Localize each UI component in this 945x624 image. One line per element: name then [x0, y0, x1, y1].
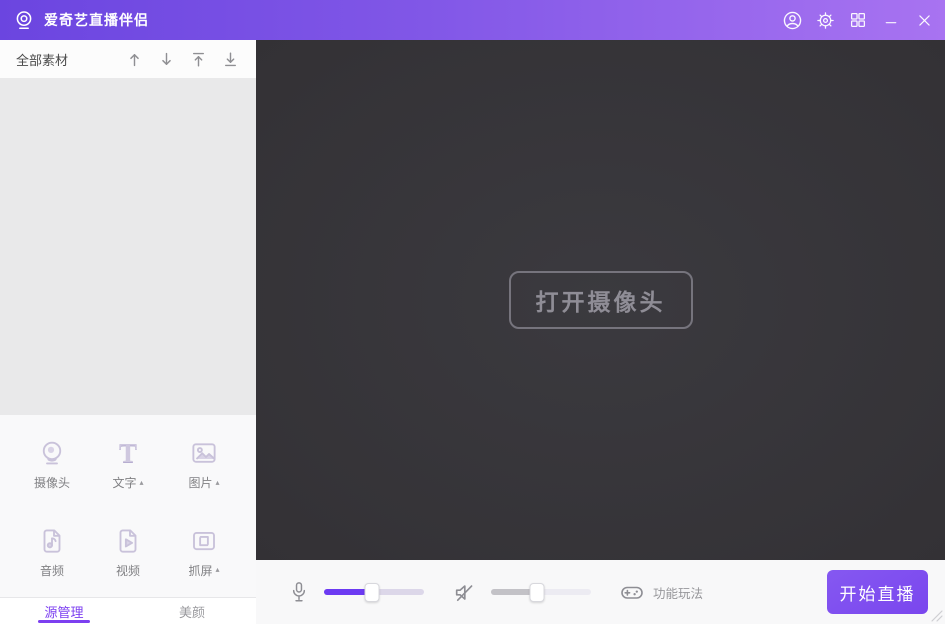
source-label: 文字▴ [112, 474, 143, 491]
source-panel: 摄像头 T 文字▴ 图片▴ [0, 415, 256, 597]
tab-beauty[interactable]: 美颜 [128, 598, 256, 624]
settings-gear-icon[interactable] [812, 7, 838, 33]
system-volume-slider[interactable] [491, 582, 591, 602]
screen-capture-icon [188, 525, 220, 557]
slider-thumb[interactable] [530, 583, 545, 602]
image-icon [188, 437, 220, 469]
caret-up-icon: ▴ [216, 479, 220, 487]
audio-icon [36, 525, 68, 557]
material-list-empty [0, 78, 256, 415]
caret-up-icon: ▴ [216, 566, 220, 574]
bottom-control-bar: 功能玩法 开始直播 [256, 560, 945, 624]
slider-thumb[interactable] [365, 583, 380, 602]
open-camera-button[interactable]: 打开摄像头 [509, 271, 693, 329]
layout-grid-icon[interactable] [845, 7, 871, 33]
move-up-icon[interactable] [125, 50, 144, 69]
app-title: 爱奇艺直播伴侣 [44, 10, 149, 30]
material-header-label: 全部素材 [16, 50, 68, 69]
source-label: 抓屏▴ [188, 562, 219, 579]
titlebar: 爱奇艺直播伴侣 [0, 0, 945, 40]
sidebar-tabbar: 源管理 美颜 [0, 597, 256, 624]
close-icon[interactable] [911, 7, 937, 33]
move-to-bottom-icon[interactable] [221, 50, 240, 69]
mic-volume-slider[interactable] [324, 582, 424, 602]
source-label: 音频 [40, 562, 64, 579]
tab-source-management[interactable]: 源管理 [0, 598, 128, 624]
microphone-icon[interactable] [288, 579, 310, 605]
gamepad-icon [619, 580, 645, 604]
video-icon [112, 525, 144, 557]
add-video-source[interactable]: 视频 [112, 525, 144, 598]
add-image-source[interactable]: 图片▴ [188, 437, 220, 510]
add-camera-source[interactable]: 摄像头 [34, 437, 70, 510]
material-header: 全部素材 [0, 40, 256, 78]
caret-up-icon: ▴ [140, 479, 144, 487]
resize-grip[interactable] [927, 606, 943, 622]
source-label: 视频 [116, 562, 140, 579]
source-label: 摄像头 [34, 474, 70, 491]
user-account-icon[interactable] [779, 7, 805, 33]
add-text-source[interactable]: T 文字▴ [112, 437, 144, 510]
features-label: 功能玩法 [653, 583, 703, 602]
source-label: 图片▴ [188, 474, 219, 491]
add-screen-capture-source[interactable]: 抓屏▴ [188, 525, 220, 598]
camera-icon [36, 437, 68, 469]
material-order-tools [125, 50, 240, 69]
move-to-top-icon[interactable] [189, 50, 208, 69]
preview-area: 打开摄像头 [256, 40, 945, 560]
text-icon: T [112, 437, 144, 469]
add-audio-source[interactable]: 音频 [36, 525, 68, 598]
features-button[interactable]: 功能玩法 [619, 580, 703, 604]
app-window: 爱奇艺直播伴侣 [0, 0, 945, 624]
sidebar: 全部素材 [0, 40, 256, 624]
move-down-icon[interactable] [157, 50, 176, 69]
iqiyi-logo-icon [13, 9, 35, 31]
titlebar-controls [779, 7, 937, 33]
muted-speaker-icon[interactable] [452, 580, 477, 605]
start-live-button[interactable]: 开始直播 [827, 570, 928, 614]
minimize-icon[interactable] [878, 7, 904, 33]
active-tab-underline [38, 620, 90, 623]
